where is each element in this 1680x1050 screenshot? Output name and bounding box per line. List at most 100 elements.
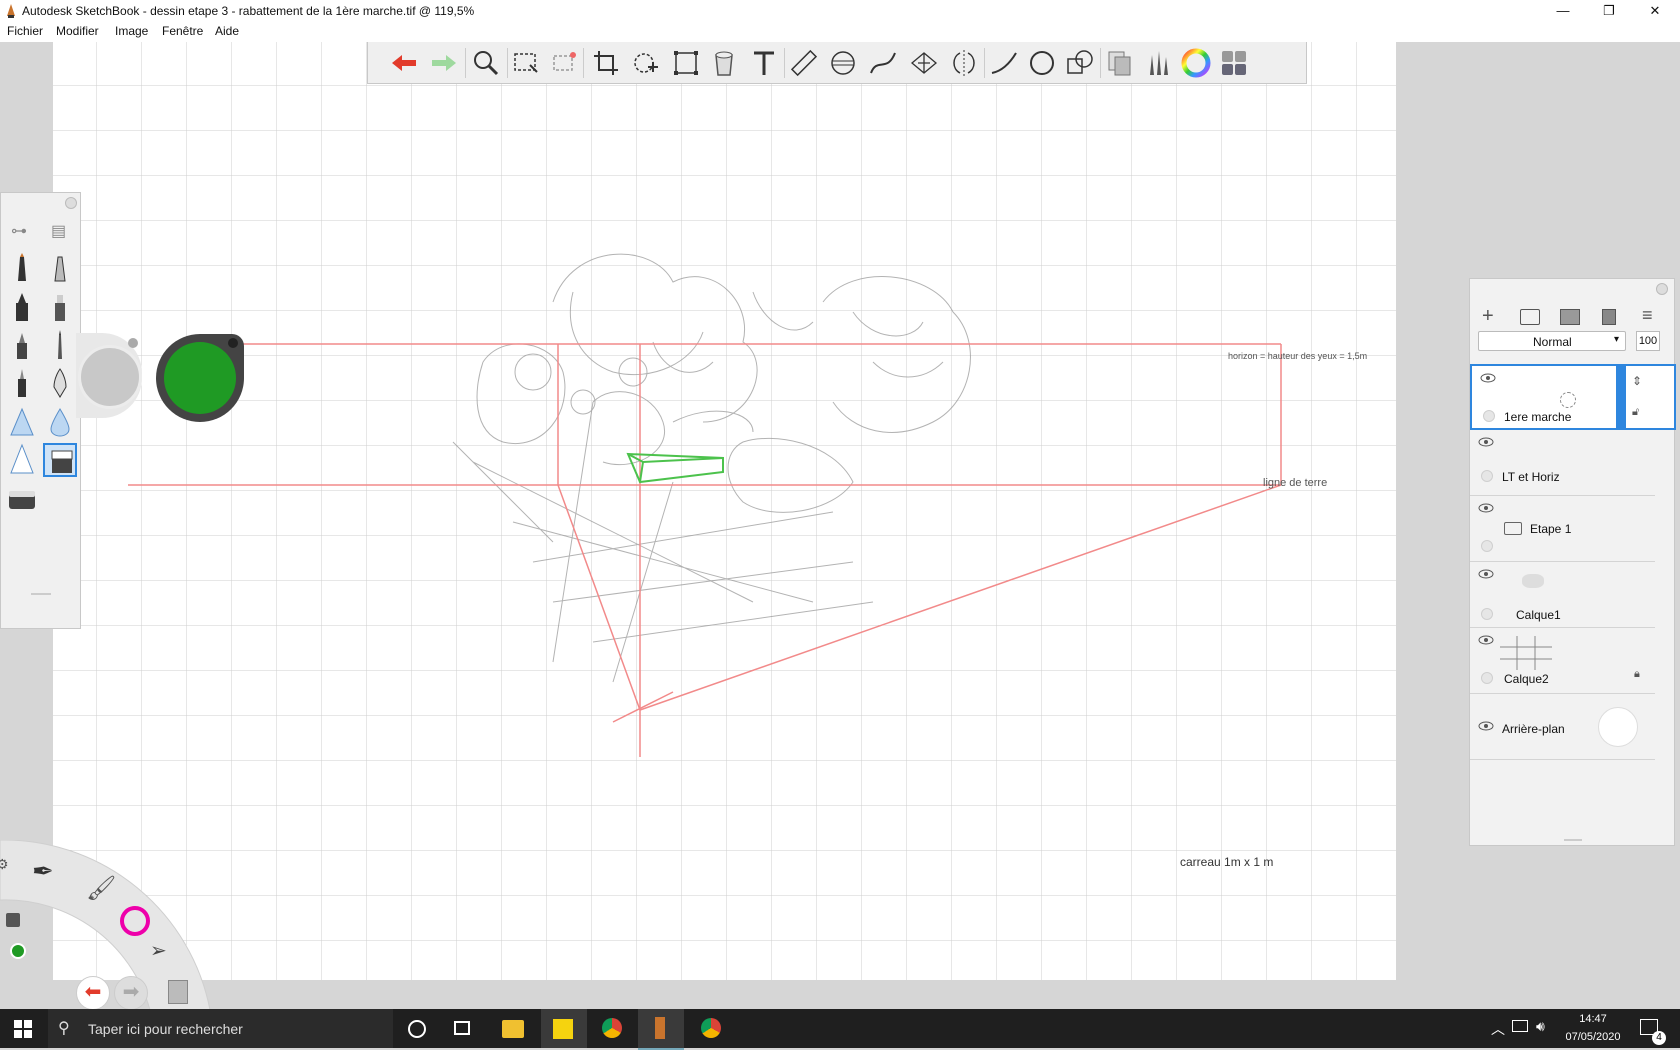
menu-aide[interactable]: Aide [215,24,239,38]
layer-lt-et-horiz[interactable]: LT et Horiz [1470,430,1655,496]
drawing-canvas[interactable]: horizon = hauteur des yeux = 1,5m ligne … [53,42,1396,980]
eraser-icon[interactable] [6,913,20,927]
undo-icon[interactable]: ⬅ [76,976,110,1010]
chrome-icon-2[interactable] [701,1018,721,1038]
ellipse-guide-icon[interactable] [827,47,859,79]
layers-resize-handle[interactable] [1564,839,1582,841]
task-view-icon[interactable] [454,1021,470,1035]
layer-calque1[interactable]: Calque1 [1470,562,1655,628]
ruler-icon[interactable] [788,47,820,79]
eye-icon[interactable] [1478,720,1494,732]
undo-icon[interactable] [388,47,420,79]
layer-group-etape-1[interactable]: Etape 1 [1470,496,1655,562]
fill-icon[interactable] [708,47,740,79]
restore-button[interactable]: ❐ [1586,0,1632,22]
magic-select-icon[interactable] [548,47,580,79]
chevron-up-icon[interactable]: ︿ [1491,1019,1505,1039]
eye-icon[interactable] [1478,502,1494,514]
add-layer-icon[interactable]: + [1482,305,1494,328]
brush-library-icon[interactable]: ✒ [32,856,54,887]
technical-pen-icon[interactable] [43,253,77,287]
eye-icon[interactable] [1478,436,1494,448]
layer-select-dot[interactable] [1481,608,1493,620]
eye-icon[interactable] [1478,568,1494,580]
close-button[interactable]: ✕ [1632,0,1678,22]
pointer-icon[interactable]: ➢ [150,938,167,963]
layer-select-dot[interactable] [1481,672,1493,684]
layer-1ere-marche[interactable]: 1ere marche ⇕ 🔓︎ [1470,364,1676,430]
zoom-icon[interactable] [470,47,502,79]
menu-modifier[interactable]: Modifier [56,24,99,38]
layer-select-dot[interactable] [1481,540,1493,552]
palette-close-button[interactable] [65,197,77,209]
pencil-brush-icon[interactable] [5,253,39,287]
layer-editor-icon[interactable] [1218,47,1250,79]
clear-layer-icon[interactable] [1602,309,1616,325]
taskbar-time[interactable]: 14:47 [1558,1013,1628,1025]
add-group-icon[interactable] [1520,309,1540,325]
chrome-icon[interactable] [602,1018,622,1038]
brush-size-puck[interactable] [78,345,142,409]
perspective-icon[interactable] [908,47,940,79]
palette-resize-handle[interactable] [31,593,51,595]
fineliner-icon[interactable] [5,367,39,401]
airbrush-icon[interactable] [5,405,39,439]
menu-fichier[interactable]: Fichier [7,24,43,38]
brush-pen-icon[interactable] [43,329,77,363]
lock-icon[interactable]: 🔓︎ [1632,406,1639,419]
menu-fenetre[interactable]: Fenêtre [162,24,203,38]
chisel-marker-icon[interactable] [43,291,77,325]
opacity-field[interactable]: 100 [1636,331,1660,351]
brush-list-icon[interactable]: ▤ [51,221,66,241]
gear-icon[interactable]: ⚙ [0,856,9,873]
lock-icon[interactable]: 🔒︎ [1634,668,1640,681]
transform-icon[interactable] [630,47,662,79]
copy-paste-icon[interactable] [168,980,188,1004]
volume-icon[interactable]: 🔊︎ [1536,1018,1545,1035]
cortana-icon[interactable] [408,1020,426,1038]
layer-arriere-plan[interactable]: Arrière-plan [1470,694,1655,760]
blend-mode-select[interactable]: Normal ▾ [1478,331,1626,351]
menu-image[interactable]: Image [115,24,148,38]
layer-scrollbar-thumb[interactable] [1616,366,1626,428]
brush-palette-icon[interactable]: 🖌︎ [86,874,116,903]
shape-icon[interactable] [1064,47,1096,79]
distort-icon[interactable] [670,47,702,79]
crop-icon[interactable] [590,47,622,79]
symmetry-icon[interactable] [948,47,980,79]
redo-icon[interactable] [428,47,460,79]
layer-select-dot[interactable] [1481,470,1493,482]
ink-pen-icon[interactable] [5,329,39,363]
layers-close-button[interactable] [1656,283,1668,295]
marker-icon[interactable] [5,291,39,325]
color-wheel-icon[interactable] [1180,47,1212,79]
stroke-icon[interactable] [988,47,1020,79]
add-image-icon[interactable] [1560,309,1580,325]
minimize-button[interactable]: — [1540,0,1586,22]
layer-select-dot[interactable] [1483,410,1495,422]
taskbar-date[interactable]: 07/05/2020 [1558,1031,1628,1043]
soft-eraser-icon[interactable] [43,443,77,477]
fountain-pen-icon[interactable] [43,367,77,401]
french-curve-icon[interactable] [867,47,899,79]
circle-icon[interactable] [1026,47,1058,79]
current-color-swatch[interactable] [164,342,236,414]
smudge-icon[interactable] [43,405,77,439]
layer-menu-icon[interactable]: ≡ [1642,305,1653,326]
eraser-block-icon[interactable] [5,481,39,515]
background-color-swatch[interactable] [1598,707,1638,747]
eye-icon[interactable] [1478,634,1494,646]
layer-calque2[interactable]: Calque2 🔒︎ [1470,628,1655,694]
layer-move-icon[interactable]: ⇕ [1632,374,1642,388]
color-wheel-icon[interactable] [120,906,150,936]
hard-eraser-icon[interactable] [5,443,39,477]
windows-start-icon[interactable] [14,1020,32,1038]
text-icon[interactable] [748,47,780,79]
redo-icon[interactable]: ➡ [114,976,148,1010]
brush-library-icon[interactable] [1142,47,1174,79]
network-icon[interactable] [1512,1020,1528,1032]
select-icon[interactable] [510,47,542,79]
eye-icon[interactable] [1480,372,1496,384]
brush-properties-icon[interactable]: ⊶ [11,221,27,241]
file-explorer-icon[interactable] [502,1020,524,1038]
